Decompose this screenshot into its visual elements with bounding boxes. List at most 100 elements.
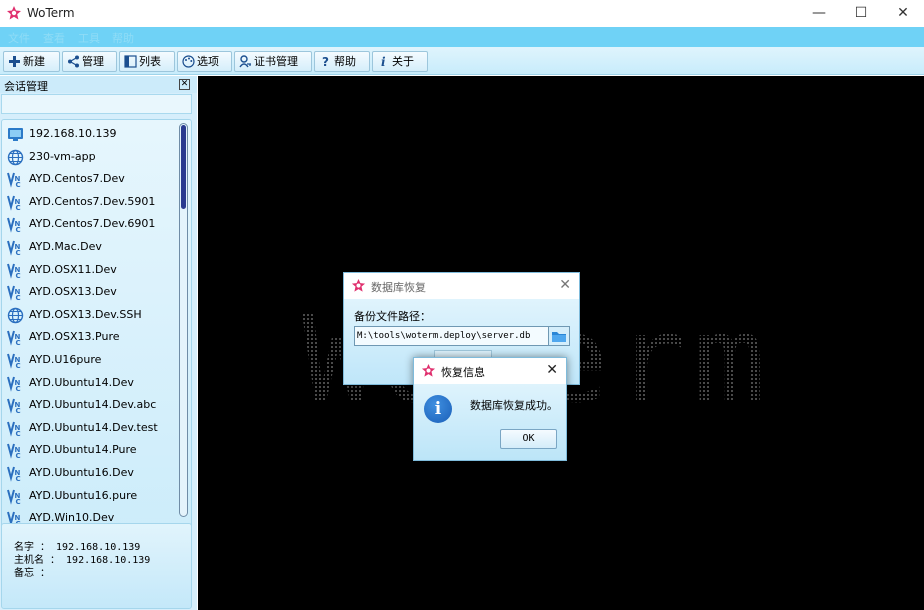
vnc-icon: NC: [7, 488, 24, 506]
session-item-label: AYD.Ubuntu14.Pure: [29, 443, 137, 457]
session-item-label: AYD.Ubuntu16.Dev: [29, 466, 134, 479]
help-button[interactable]: ? 帮助: [314, 51, 370, 72]
session-item[interactable]: N C AYD.OSX13.Dev: [4, 281, 178, 303]
scrollbar-thumb[interactable]: [181, 125, 186, 209]
vnc-icon: NC: [7, 216, 24, 234]
options-button[interactable]: 选项: [177, 51, 232, 72]
session-sidebar: 会话管理 ✕ 192.168.10.139 230-vm-app N C AYD.Cen…: [0, 76, 197, 610]
backup-path-input[interactable]: M:\tools\woterm.deploy\server.db: [354, 326, 550, 346]
info-dialog-titlebar: 恢复信息 ✕: [414, 358, 566, 384]
session-search-input[interactable]: [1, 94, 192, 114]
new-button[interactable]: 新建: [3, 51, 60, 72]
session-item[interactable]: N C AYD.Ubuntu16.pure: [4, 485, 178, 507]
svg-text:C: C: [16, 226, 21, 233]
minimize-button[interactable]: —: [796, 0, 842, 27]
svg-text:?: ?: [322, 55, 329, 68]
info-italic-icon: i: [381, 55, 386, 68]
sidebar-header: 会话管理 ✕: [0, 76, 197, 93]
info-dialog-title: 恢复信息: [441, 366, 485, 379]
session-item[interactable]: N C AYD.OSX11.Dev: [4, 259, 178, 281]
globe-icon: [7, 149, 24, 166]
svg-text:C: C: [16, 181, 21, 188]
session-item[interactable]: N C AYD.OSX13.Pure: [4, 326, 178, 348]
restore-dialog-title: 数据库恢复: [371, 281, 426, 294]
session-item[interactable]: N C AYD.U16pure: [4, 349, 178, 371]
session-item[interactable]: N C AYD.Ubuntu16.Dev: [4, 462, 178, 484]
session-item-label: AYD.Centos7.Dev: [29, 172, 125, 186]
sidebar-close-button[interactable]: ✕: [179, 79, 190, 90]
svg-text:C: C: [16, 385, 21, 392]
vnc-icon: NC: [7, 171, 24, 189]
woterm-logo-icon: [421, 363, 436, 377]
restore-dialog-titlebar: 数据库恢复 ✕: [344, 273, 579, 299]
session-item-label: AYD.Ubuntu16.pure: [29, 488, 138, 502]
session-item[interactable]: 230-vm-app: [4, 146, 178, 168]
session-item[interactable]: 192.168.10.139: [4, 123, 178, 145]
svg-text:C: C: [16, 249, 21, 256]
session-item[interactable]: N C AYD.Ubuntu14.Dev: [4, 372, 178, 394]
menu-view[interactable]: 查看: [43, 30, 65, 46]
close-button[interactable]: ✕: [880, 0, 924, 27]
session-item-label: AYD.OSX13.Dev: [29, 285, 117, 299]
info-note: 备忘 ：: [14, 568, 51, 579]
share-nodes-icon: [68, 55, 79, 68]
toolbar: 新建 管理 列表 选项 证书管理 ? 帮助 i 关于: [0, 47, 924, 75]
window-title: WoTerm: [27, 6, 75, 20]
key-user-icon: [239, 55, 251, 68]
session-list-scrollbar[interactable]: [179, 123, 188, 517]
title-bar: WoTerm — ☐ ✕: [0, 0, 924, 27]
session-info-panel: 名字 ： 192.168.10.139 主机名 ： 192.168.10.139…: [1, 523, 192, 609]
session-item[interactable]: N C AYD.Centos7.Dev: [4, 168, 178, 190]
menu-tools[interactable]: 工具: [78, 30, 100, 46]
vnc-icon: NC: [7, 239, 24, 257]
vnc-icon: NC: [7, 194, 24, 212]
svg-text:C: C: [16, 339, 21, 346]
session-item[interactable]: N C AYD.Centos7.Dev.5901: [4, 191, 178, 213]
vnc-icon: NC: [7, 352, 24, 370]
manage-button[interactable]: 管理: [62, 51, 117, 72]
session-item[interactable]: N C AYD.Ubuntu14.Pure: [4, 439, 178, 461]
list-button[interactable]: 列表: [119, 51, 175, 72]
restore-info-dialog: 恢复信息 ✕ i 数据库恢复成功。 OK: [413, 357, 567, 461]
cert-manage-button[interactable]: 证书管理: [234, 51, 312, 72]
backup-path-label: 备份文件路径：: [354, 310, 431, 323]
session-item[interactable]: N C AYD.Ubuntu14.Dev.abc: [4, 394, 178, 416]
browse-folder-button[interactable]: [548, 326, 570, 346]
info-dialog-close-button[interactable]: ✕: [546, 362, 558, 378]
session-item-label: AYD.OSX13.Pure: [29, 330, 120, 344]
woterm-logo-icon: [351, 278, 366, 292]
sidebar-title: 会话管理: [4, 80, 48, 93]
menu-file[interactable]: 文件: [8, 30, 30, 46]
svg-text:C: C: [16, 362, 21, 369]
svg-text:C: C: [16, 452, 21, 459]
menu-bar: 文件 查看 工具 帮助: [0, 27, 924, 47]
maximize-button[interactable]: ☐: [838, 0, 884, 27]
vnc-icon: NC: [7, 442, 24, 460]
vnc-icon: NC: [7, 397, 24, 415]
session-item-label: AYD.U16pure: [29, 353, 102, 366]
session-item[interactable]: N C AYD.Centos7.Dev.6901: [4, 213, 178, 235]
session-item[interactable]: AYD.OSX13.Dev.SSH: [4, 304, 178, 326]
svg-text:C: C: [16, 204, 21, 211]
ok-button[interactable]: OK: [500, 429, 557, 449]
session-item-label: AYD.Ubuntu14.Dev.test: [29, 420, 158, 434]
session-item-label: AYD.Ubuntu14.Dev: [29, 375, 134, 389]
palette-icon: [182, 55, 195, 68]
question-icon: ?: [322, 55, 329, 68]
vnc-icon: NC: [7, 284, 24, 302]
svg-text:C: C: [16, 272, 21, 279]
session-item[interactable]: N C AYD.Ubuntu14.Dev.test: [4, 417, 178, 439]
globe-icon: [7, 307, 24, 324]
about-button[interactable]: i 关于: [372, 51, 428, 72]
vnc-icon: NC: [7, 465, 24, 483]
svg-text:C: C: [16, 498, 21, 505]
session-item[interactable]: N C AYD.Mac.Dev: [4, 236, 178, 258]
session-list[interactable]: 192.168.10.139 230-vm-app N C AYD.Centos7.De…: [1, 119, 192, 593]
info-dialog-message: 数据库恢复成功。: [470, 399, 558, 412]
restore-dialog-close-button[interactable]: ✕: [559, 277, 571, 293]
session-item-label: AYD.OSX13.Dev.SSH: [29, 307, 142, 321]
plus-icon: [9, 56, 20, 67]
woterm-logo-icon: [7, 6, 21, 20]
menu-help[interactable]: 帮助: [112, 30, 134, 46]
vnc-icon: NC: [7, 329, 24, 347]
